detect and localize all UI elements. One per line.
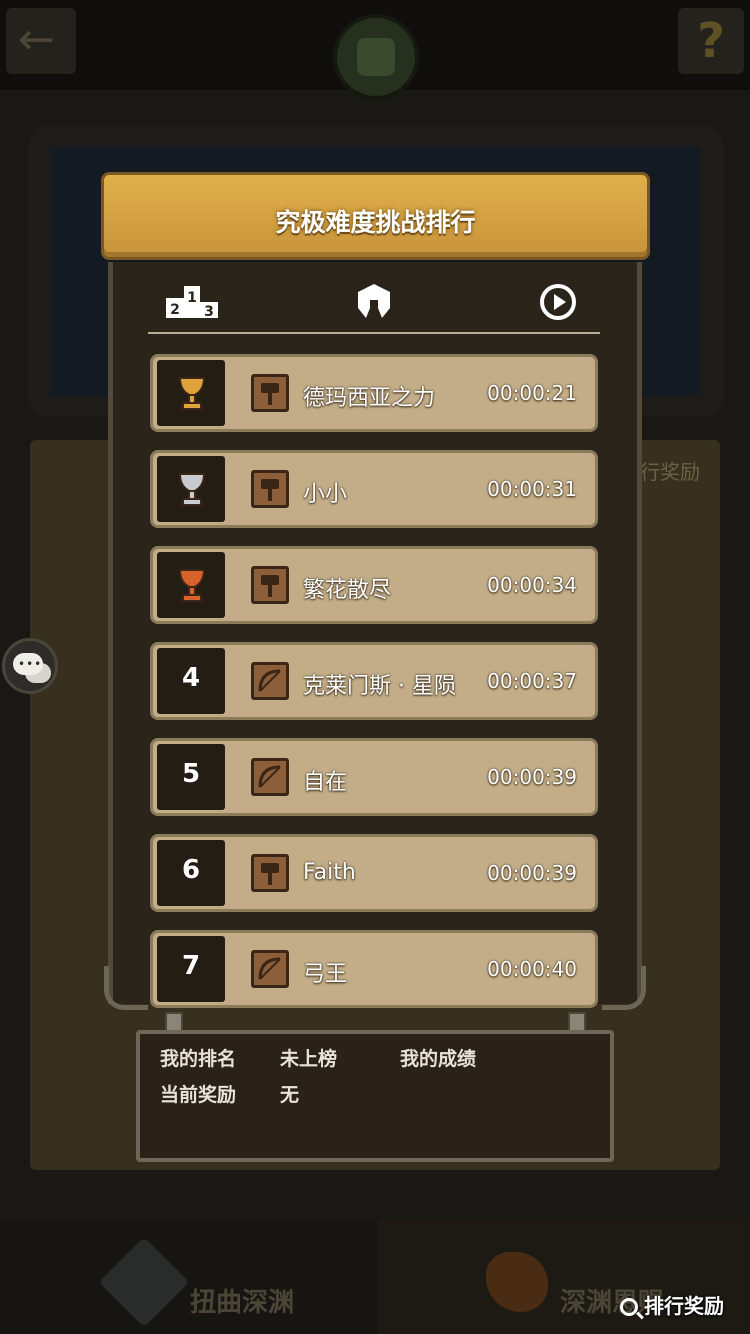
my-rank-value: 未上榜 xyxy=(280,1048,338,1070)
bow-class-icon xyxy=(251,662,289,700)
player-time: 00:00:39 xyxy=(487,765,577,789)
tab-twisted-abyss[interactable]: 扭曲深渊 xyxy=(190,1282,294,1319)
player-name: 繁花散尽 xyxy=(303,578,392,603)
player-name: 自在 xyxy=(303,770,348,795)
rank-number: 4 xyxy=(181,663,201,693)
rank-number: 5 xyxy=(181,759,201,789)
player-time: 00:00:34 xyxy=(487,573,577,597)
leaderboard-row[interactable]: 繁花散尽 00:00:34 xyxy=(150,546,598,624)
back-button[interactable] xyxy=(6,8,76,74)
player-time: 00:00:37 xyxy=(487,669,577,693)
gold-trophy-icon xyxy=(178,377,206,410)
leaderboard-row[interactable]: 4 克莱门斯 · 星陨 00:00:37 xyxy=(150,642,598,720)
bow-class-icon xyxy=(251,950,289,988)
leaderboard-row[interactable]: 6 Faith 00:00:39 xyxy=(150,834,598,912)
rank-box: 6 xyxy=(157,840,225,906)
silver-trophy-icon xyxy=(178,473,206,506)
my-score-label: 我的成绩 xyxy=(400,1048,477,1070)
ranking-reward-button[interactable]: 排行奖励 xyxy=(620,1290,724,1322)
hammer-class-icon xyxy=(251,470,289,508)
leaderboard-row[interactable]: 5 自在 00:00:39 xyxy=(150,738,598,816)
clock-icon[interactable] xyxy=(536,278,580,326)
rank-box xyxy=(157,456,225,522)
player-name: Faith xyxy=(303,860,356,885)
player-name: 德玛西亚之力 xyxy=(303,386,436,411)
rank-box: 7 xyxy=(157,936,225,1002)
chat-button[interactable]: ••• xyxy=(2,638,58,694)
rank-number: 7 xyxy=(181,951,201,981)
rank-box xyxy=(157,360,225,426)
svg-text:1: 1 xyxy=(187,290,197,306)
player-time: 00:00:40 xyxy=(487,957,577,981)
ranking-reward-label: 排行奖励 xyxy=(644,1294,724,1318)
helmet-icon[interactable] xyxy=(352,278,396,326)
filter-tabs: 1 2 3 xyxy=(148,270,600,334)
podium-icon[interactable]: 1 2 3 xyxy=(164,278,220,326)
dungeon-emblem-icon xyxy=(333,14,419,100)
player-name: 克莱门斯 · 星陨 xyxy=(303,674,456,699)
rank-box: 4 xyxy=(157,648,225,714)
background-side-label: 行奖励 xyxy=(640,460,700,484)
hammer-class-icon xyxy=(251,854,289,892)
player-time: 00:00:21 xyxy=(487,381,577,405)
hammer-class-icon xyxy=(251,374,289,412)
help-button[interactable]: ? xyxy=(678,8,744,74)
current-reward-label: 当前奖励 xyxy=(160,1084,237,1106)
modal-title: 究极难度挑战排行 xyxy=(275,208,476,237)
rank-number: 6 xyxy=(181,855,201,885)
frame-corner-right xyxy=(602,966,646,1010)
leaderboard-row[interactable]: 7 弓王 00:00:40 xyxy=(150,930,598,1008)
bow-class-icon xyxy=(251,758,289,796)
magnifier-icon xyxy=(620,1298,638,1316)
rank-box: 5 xyxy=(157,744,225,810)
chat-dots: ••• xyxy=(18,657,43,671)
player-name: 弓王 xyxy=(303,962,348,987)
leaderboard-row[interactable]: 德玛西亚之力 00:00:21 xyxy=(150,354,598,432)
hinge-right xyxy=(568,1012,586,1032)
svg-text:3: 3 xyxy=(204,304,214,320)
leaderboard-row[interactable]: 小小 00:00:31 xyxy=(150,450,598,528)
bronze-trophy-icon xyxy=(178,569,206,602)
frame-corner-left xyxy=(104,966,148,1010)
hammer-class-icon xyxy=(251,566,289,604)
rank-box xyxy=(157,552,225,618)
hinge-left xyxy=(165,1012,183,1032)
player-time: 00:00:39 xyxy=(487,861,577,885)
current-reward-value: 无 xyxy=(280,1084,300,1106)
my-rank-label: 我的排名 xyxy=(160,1048,237,1070)
player-name: 小小 xyxy=(303,482,348,507)
player-time: 00:00:31 xyxy=(487,477,577,501)
svg-text:2: 2 xyxy=(170,302,180,318)
modal-header: 究极难度挑战排行 xyxy=(101,172,650,260)
